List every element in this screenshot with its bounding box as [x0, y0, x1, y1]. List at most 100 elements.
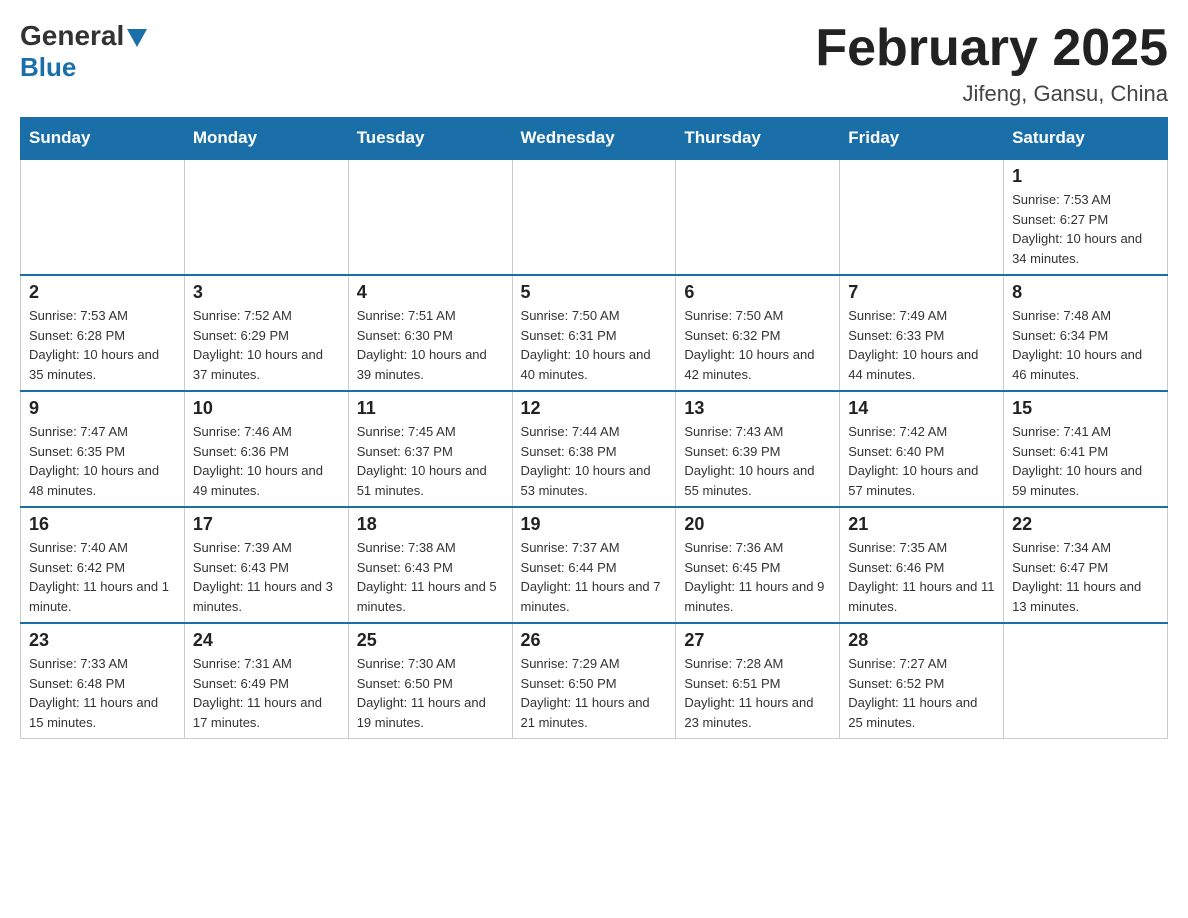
calendar-day-cell: 9 Sunrise: 7:47 AM Sunset: 6:35 PM Daylig… [21, 391, 185, 507]
day-header-tuesday: Tuesday [348, 118, 512, 160]
calendar-day-cell: 15Sunrise: 7:41 AM Sunset: 6:41 PM Dayli… [1004, 391, 1168, 507]
calendar-day-cell: 8 Sunrise: 7:48 AM Sunset: 6:34 PM Daylig… [1004, 275, 1168, 391]
calendar-day-cell: 28 Sunrise: 7:27 AM Sunset: 6:52 PM Dayli… [840, 623, 1004, 739]
day-info: Sunrise: 7:46 AM Sunset: 6:36 PM Dayligh… [193, 422, 340, 500]
calendar-day-cell: 10 Sunrise: 7:46 AM Sunset: 6:36 PM Dayli… [184, 391, 348, 507]
calendar-header-row: SundayMondayTuesdayWednesdayThursdayFrid… [21, 118, 1168, 160]
calendar-day-cell [512, 159, 676, 275]
calendar-day-cell: 14Sunrise: 7:42 AM Sunset: 6:40 PM Dayli… [840, 391, 1004, 507]
calendar-week-row: 23 Sunrise: 7:33 AM Sunset: 6:48 PM Dayli… [21, 623, 1168, 739]
calendar-day-cell [21, 159, 185, 275]
day-header-wednesday: Wednesday [512, 118, 676, 160]
day-info: Sunrise: 7:52 AM Sunset: 6:29 PM Dayligh… [193, 306, 340, 384]
day-number: 1 [1012, 166, 1159, 187]
day-info: Sunrise: 7:53 AM Sunset: 6:27 PM Dayligh… [1012, 190, 1159, 268]
day-header-monday: Monday [184, 118, 348, 160]
day-info: Sunrise: 7:48 AM Sunset: 6:34 PM Dayligh… [1012, 306, 1159, 384]
calendar-day-cell: 5 Sunrise: 7:50 AM Sunset: 6:31 PM Daylig… [512, 275, 676, 391]
title-area: February 2025 Jifeng, Gansu, China [815, 20, 1168, 107]
calendar-day-cell: 18 Sunrise: 7:38 AM Sunset: 6:43 PM Dayli… [348, 507, 512, 623]
day-info: Sunrise: 7:47 AM Sunset: 6:35 PM Dayligh… [29, 422, 176, 500]
day-number: 17 [193, 514, 340, 535]
day-number: 22 [1012, 514, 1159, 535]
logo-general-text: General [20, 20, 124, 52]
day-number: 13 [684, 398, 831, 419]
day-number: 26 [521, 630, 668, 651]
day-info: Sunrise: 7:30 AM Sunset: 6:50 PM Dayligh… [357, 654, 504, 732]
day-info: Sunrise: 7:28 AM Sunset: 6:51 PM Dayligh… [684, 654, 831, 732]
logo-triangle-icon [127, 29, 147, 47]
day-number: 5 [521, 282, 668, 303]
day-number: 9 [29, 398, 176, 419]
day-number: 24 [193, 630, 340, 651]
calendar-day-cell [348, 159, 512, 275]
day-number: 16 [29, 514, 176, 535]
day-number: 18 [357, 514, 504, 535]
day-header-sunday: Sunday [21, 118, 185, 160]
day-number: 4 [357, 282, 504, 303]
day-info: Sunrise: 7:50 AM Sunset: 6:31 PM Dayligh… [521, 306, 668, 384]
calendar-day-cell: 12 Sunrise: 7:44 AM Sunset: 6:38 PM Dayli… [512, 391, 676, 507]
calendar-day-cell: 13 Sunrise: 7:43 AM Sunset: 6:39 PM Dayli… [676, 391, 840, 507]
calendar-day-cell: 23 Sunrise: 7:33 AM Sunset: 6:48 PM Dayli… [21, 623, 185, 739]
day-info: Sunrise: 7:45 AM Sunset: 6:37 PM Dayligh… [357, 422, 504, 500]
day-info: Sunrise: 7:36 AM Sunset: 6:45 PM Dayligh… [684, 538, 831, 616]
day-number: 3 [193, 282, 340, 303]
calendar-day-cell [1004, 623, 1168, 739]
day-info: Sunrise: 7:43 AM Sunset: 6:39 PM Dayligh… [684, 422, 831, 500]
calendar-table: SundayMondayTuesdayWednesdayThursdayFrid… [20, 117, 1168, 739]
day-number: 27 [684, 630, 831, 651]
day-number: 15 [1012, 398, 1159, 419]
calendar-day-cell: 7 Sunrise: 7:49 AM Sunset: 6:33 PM Daylig… [840, 275, 1004, 391]
calendar-day-cell: 17 Sunrise: 7:39 AM Sunset: 6:43 PM Dayli… [184, 507, 348, 623]
calendar-day-cell: 21 Sunrise: 7:35 AM Sunset: 6:46 PM Dayli… [840, 507, 1004, 623]
calendar-day-cell: 25 Sunrise: 7:30 AM Sunset: 6:50 PM Dayli… [348, 623, 512, 739]
day-number: 28 [848, 630, 995, 651]
day-number: 8 [1012, 282, 1159, 303]
day-info: Sunrise: 7:40 AM Sunset: 6:42 PM Dayligh… [29, 538, 176, 616]
day-number: 19 [521, 514, 668, 535]
day-number: 2 [29, 282, 176, 303]
calendar-day-cell: 2 Sunrise: 7:53 AM Sunset: 6:28 PM Daylig… [21, 275, 185, 391]
day-info: Sunrise: 7:50 AM Sunset: 6:32 PM Dayligh… [684, 306, 831, 384]
day-info: Sunrise: 7:39 AM Sunset: 6:43 PM Dayligh… [193, 538, 340, 616]
day-info: Sunrise: 7:29 AM Sunset: 6:50 PM Dayligh… [521, 654, 668, 732]
calendar-day-cell: 3 Sunrise: 7:52 AM Sunset: 6:29 PM Daylig… [184, 275, 348, 391]
calendar-day-cell: 20 Sunrise: 7:36 AM Sunset: 6:45 PM Dayli… [676, 507, 840, 623]
day-info: Sunrise: 7:44 AM Sunset: 6:38 PM Dayligh… [521, 422, 668, 500]
day-info: Sunrise: 7:35 AM Sunset: 6:46 PM Dayligh… [848, 538, 995, 616]
calendar-day-cell: 19 Sunrise: 7:37 AM Sunset: 6:44 PM Dayli… [512, 507, 676, 623]
calendar-day-cell [840, 159, 1004, 275]
day-info: Sunrise: 7:34 AM Sunset: 6:47 PM Dayligh… [1012, 538, 1159, 616]
day-header-saturday: Saturday [1004, 118, 1168, 160]
day-header-friday: Friday [840, 118, 1004, 160]
calendar-week-row: 2 Sunrise: 7:53 AM Sunset: 6:28 PM Daylig… [21, 275, 1168, 391]
day-number: 14 [848, 398, 995, 419]
day-number: 6 [684, 282, 831, 303]
day-number: 21 [848, 514, 995, 535]
page-header: General Blue February 2025 Jifeng, Gansu… [20, 20, 1168, 107]
calendar-day-cell: 22 Sunrise: 7:34 AM Sunset: 6:47 PM Dayli… [1004, 507, 1168, 623]
day-info: Sunrise: 7:37 AM Sunset: 6:44 PM Dayligh… [521, 538, 668, 616]
calendar-week-row: 16 Sunrise: 7:40 AM Sunset: 6:42 PM Dayli… [21, 507, 1168, 623]
day-info: Sunrise: 7:27 AM Sunset: 6:52 PM Dayligh… [848, 654, 995, 732]
day-info: Sunrise: 7:38 AM Sunset: 6:43 PM Dayligh… [357, 538, 504, 616]
month-title: February 2025 [815, 20, 1168, 77]
day-number: 12 [521, 398, 668, 419]
calendar-day-cell: 1 Sunrise: 7:53 AM Sunset: 6:27 PM Daylig… [1004, 159, 1168, 275]
day-info: Sunrise: 7:33 AM Sunset: 6:48 PM Dayligh… [29, 654, 176, 732]
day-number: 25 [357, 630, 504, 651]
calendar-day-cell: 26 Sunrise: 7:29 AM Sunset: 6:50 PM Dayli… [512, 623, 676, 739]
calendar-week-row: 9 Sunrise: 7:47 AM Sunset: 6:35 PM Daylig… [21, 391, 1168, 507]
day-number: 7 [848, 282, 995, 303]
location-label: Jifeng, Gansu, China [815, 81, 1168, 107]
day-info: Sunrise: 7:31 AM Sunset: 6:49 PM Dayligh… [193, 654, 340, 732]
day-number: 20 [684, 514, 831, 535]
day-info: Sunrise: 7:49 AM Sunset: 6:33 PM Dayligh… [848, 306, 995, 384]
logo: General Blue [20, 20, 147, 80]
calendar-week-row: 1 Sunrise: 7:53 AM Sunset: 6:27 PM Daylig… [21, 159, 1168, 275]
day-number: 23 [29, 630, 176, 651]
day-number: 10 [193, 398, 340, 419]
day-number: 11 [357, 398, 504, 419]
day-info: Sunrise: 7:53 AM Sunset: 6:28 PM Dayligh… [29, 306, 176, 384]
